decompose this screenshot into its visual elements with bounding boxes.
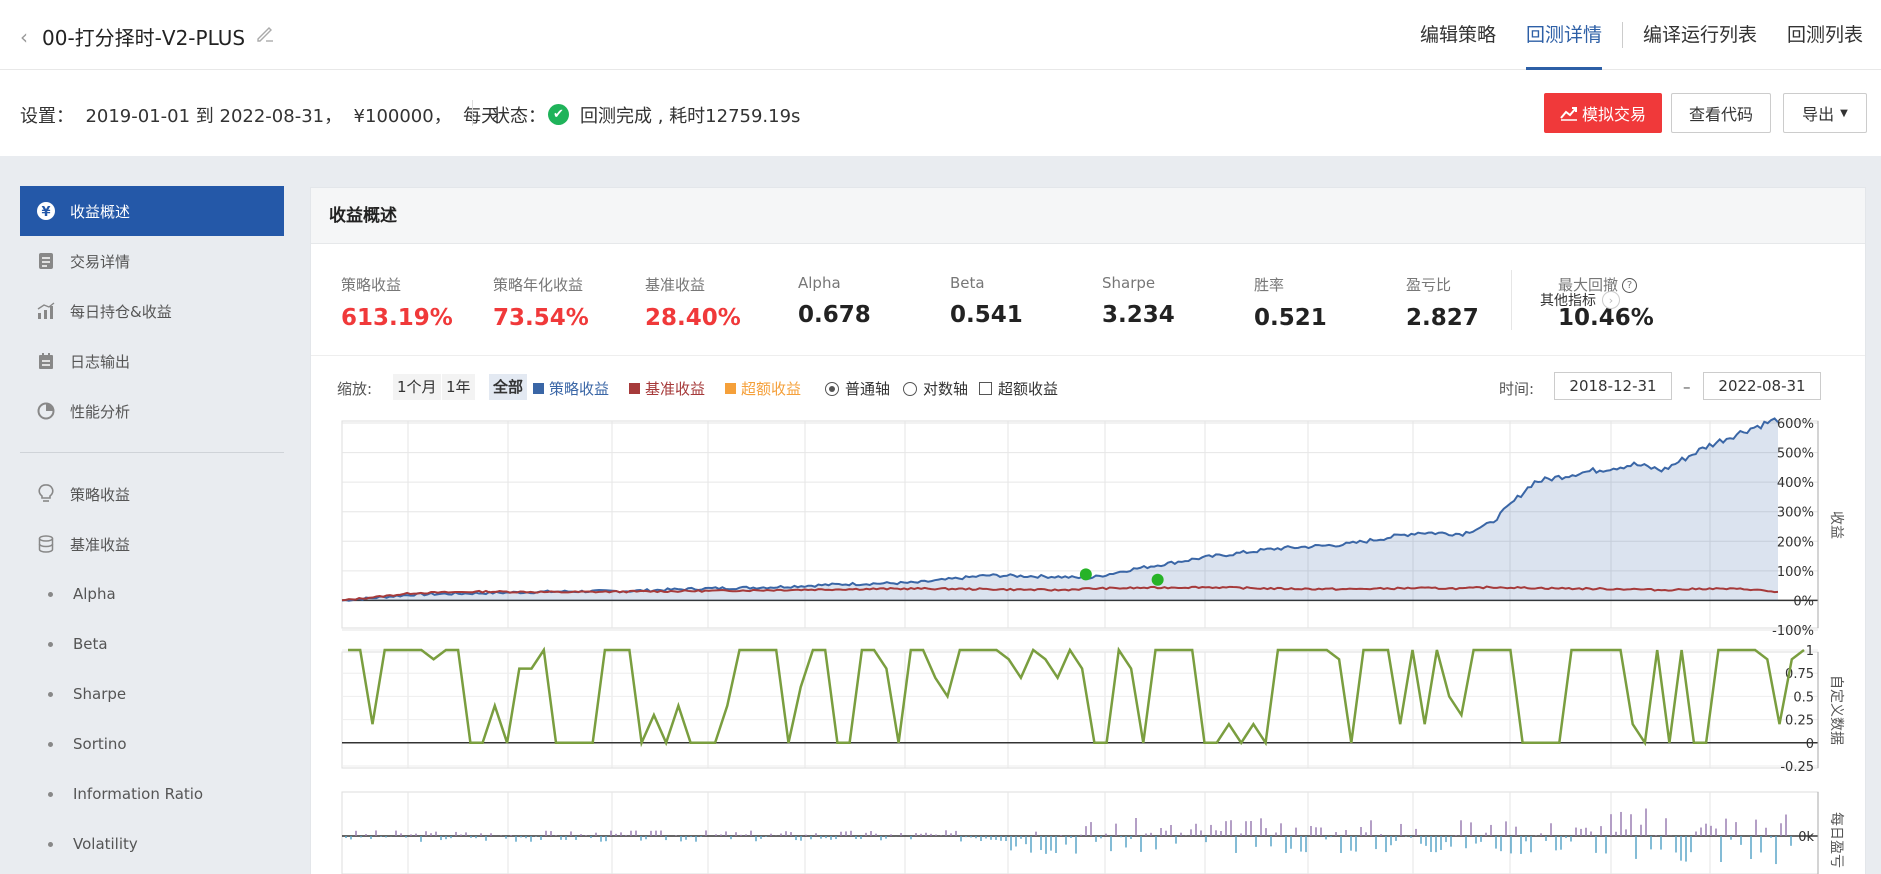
custom-y-axis-label: 自定义数据 <box>1828 675 1844 745</box>
returns-y-tick: 100% <box>1777 565 1814 580</box>
returns-y-tick: -100% <box>1772 624 1814 639</box>
pnl-chart-frame <box>341 791 1819 874</box>
returns-y-tick: 400% <box>1777 476 1814 491</box>
trade-marker <box>1079 568 1092 581</box>
custom-y-tick: 0.25 <box>1785 714 1814 729</box>
custom-y-tick: -0.25 <box>1780 760 1814 775</box>
pnl-y-axis-label: 每日盈亏 <box>1828 812 1844 868</box>
returns-y-tick: 300% <box>1777 506 1814 521</box>
custom-y-tick: 0.5 <box>1793 690 1814 705</box>
returns-y-axis-label: 收益 <box>1828 511 1844 539</box>
custom-y-tick: 1 <box>1806 644 1814 659</box>
trade-marker <box>1151 573 1164 586</box>
custom-chart-frame <box>341 651 1819 769</box>
backtest-charts: 600%500%400%300%200%100%0%-100%收益10.750.… <box>341 417 1844 874</box>
custom-y-tick: 0 <box>1806 737 1814 752</box>
returns-y-tick: 500% <box>1777 447 1814 462</box>
returns-y-tick: 200% <box>1777 535 1814 550</box>
pnl-y-tick: 0k <box>1798 830 1814 845</box>
returns-y-tick: 0% <box>1793 594 1814 609</box>
returns-y-tick: 600% <box>1777 417 1814 432</box>
